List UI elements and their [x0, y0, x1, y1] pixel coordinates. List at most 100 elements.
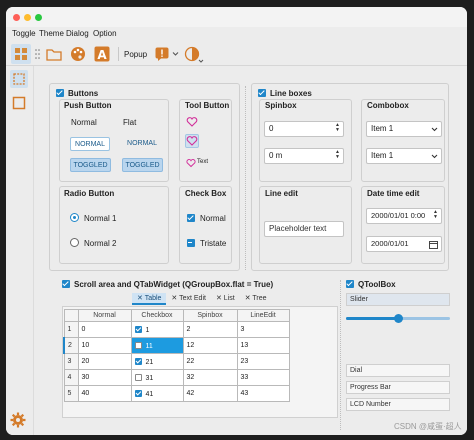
- cell-checkbox[interactable]: 21: [130, 353, 184, 370]
- cell-checkbox-icon[interactable]: [134, 325, 142, 333]
- close-icon[interactable]: ✕: [216, 295, 224, 302]
- table-row[interactable]: 4 30 31 32 33: [63, 369, 290, 386]
- cell-checkbox-icon[interactable]: [134, 357, 142, 365]
- tool-button-toggled[interactable]: [185, 134, 199, 148]
- header-checkbox[interactable]: Checkbox: [130, 309, 184, 322]
- cell-spinbox[interactable]: 22: [182, 353, 238, 370]
- date-edit[interactable]: 2000/01/01: [366, 236, 442, 252]
- cell-checkbox[interactable]: 41: [130, 385, 184, 402]
- popup-label[interactable]: Popup: [124, 50, 147, 59]
- qtoolbox-group-checkbox[interactable]: [346, 280, 354, 288]
- dock-widget-button[interactable]: [10, 70, 28, 88]
- checkbox-normal[interactable]: [187, 214, 195, 222]
- cell-checkbox[interactable]: 1: [130, 321, 184, 338]
- table-row[interactable]: 1 0 1 2 3: [63, 321, 290, 338]
- cell-normal[interactable]: 30: [77, 369, 132, 386]
- corner-cell[interactable]: [63, 309, 79, 322]
- cell-spinbox[interactable]: 2: [182, 321, 238, 338]
- menu-dialog[interactable]: Dialog: [66, 29, 89, 38]
- palette-button[interactable]: [68, 44, 88, 64]
- cell-spinbox[interactable]: 32: [182, 369, 238, 386]
- cell-lineedit[interactable]: 43: [236, 385, 290, 402]
- zoom-window-button[interactable]: [35, 14, 42, 21]
- splitter-handle[interactable]: [245, 86, 248, 270]
- cell-normal[interactable]: 0: [77, 321, 132, 338]
- minimize-window-button[interactable]: [24, 14, 31, 21]
- font-button[interactable]: A: [92, 44, 112, 64]
- menu-toggle[interactable]: Toggle: [12, 29, 36, 38]
- toolbar-handle[interactable]: [34, 44, 40, 64]
- slider-handle[interactable]: [394, 314, 403, 323]
- scroll-group-checkbox[interactable]: [62, 280, 70, 288]
- menu-theme[interactable]: Theme: [39, 29, 64, 38]
- alert-menu-button[interactable]: [171, 44, 179, 64]
- line-boxes-group-checkbox[interactable]: [258, 89, 266, 97]
- spinbox-suffix[interactable]: 0 m ▲ ▼: [264, 148, 344, 164]
- combobox-1[interactable]: Item 1: [366, 121, 442, 137]
- row-header[interactable]: 2: [63, 337, 79, 354]
- spinbox-plain[interactable]: 0 ▲ ▼: [264, 121, 344, 137]
- frame-button[interactable]: [10, 94, 28, 112]
- header-lineedit[interactable]: LineEdit: [236, 309, 290, 322]
- cell-spinbox[interactable]: 42: [182, 385, 238, 402]
- spin-arrows-icon[interactable]: ▲ ▼: [433, 210, 438, 220]
- row-header[interactable]: 1: [63, 321, 79, 338]
- toggled-push-button[interactable]: TOGGLED: [70, 158, 111, 172]
- radio-normal-2[interactable]: [70, 238, 79, 247]
- cell-normal[interactable]: 10: [77, 337, 132, 354]
- row-header[interactable]: 5: [63, 385, 79, 402]
- tab-tree[interactable]: ✕ Tree: [240, 293, 272, 305]
- row-header[interactable]: 3: [63, 353, 79, 370]
- close-window-button[interactable]: [13, 14, 20, 21]
- header-spinbox[interactable]: Spinbox: [182, 309, 238, 322]
- alert-button[interactable]: [154, 44, 170, 64]
- toolbox-slider-tab[interactable]: Slider: [346, 293, 450, 306]
- toolbox-lcd-number-tab[interactable]: LCD Number: [346, 398, 450, 411]
- cell-checkbox[interactable]: 31: [130, 369, 184, 386]
- table-row[interactable]: 3 20 21 22 23: [63, 353, 290, 370]
- buttons-group-checkbox[interactable]: [56, 89, 64, 97]
- toolbox-progress-bar-tab[interactable]: Progress Bar: [346, 381, 450, 394]
- menu-option[interactable]: Option: [93, 29, 117, 38]
- header-normal[interactable]: Normal: [77, 309, 132, 322]
- tool-button-normal[interactable]: [186, 116, 198, 128]
- splitter-handle[interactable]: [340, 280, 343, 430]
- calendar-icon[interactable]: [429, 240, 438, 249]
- cell-spinbox[interactable]: 12: [182, 337, 238, 354]
- checkbox-tristate[interactable]: [187, 239, 195, 247]
- close-icon[interactable]: ✕: [171, 295, 179, 302]
- table-view[interactable]: Normal Checkbox Spinbox LineEdit 1 0 1 2…: [62, 306, 338, 418]
- normal-push-button[interactable]: NORMAL: [70, 137, 110, 151]
- settings-button[interactable]: [10, 412, 28, 430]
- flat-normal-push-button[interactable]: NORMAL: [122, 137, 162, 151]
- combobox-2[interactable]: Item 1: [366, 148, 442, 164]
- cell-checkbox-icon[interactable]: [134, 373, 142, 381]
- table-row[interactable]: 5 40 41 42 43: [63, 385, 290, 402]
- line-edit-input[interactable]: Placeholder text: [264, 221, 344, 237]
- spin-arrows-icon[interactable]: ▲ ▼: [335, 123, 340, 133]
- close-icon[interactable]: ✕: [137, 295, 145, 302]
- cell-lineedit[interactable]: 23: [236, 353, 290, 370]
- cell-lineedit[interactable]: 13: [236, 337, 290, 354]
- tab-table[interactable]: ✕ Table: [132, 293, 167, 305]
- cell-checkbox-icon[interactable]: [134, 341, 142, 349]
- cell-lineedit[interactable]: 33: [236, 369, 290, 386]
- open-folder-button[interactable]: [44, 44, 64, 64]
- toolbox-dial-tab[interactable]: Dial: [346, 364, 450, 377]
- tool-button-text[interactable]: Text: [186, 157, 214, 169]
- table-row[interactable]: 2 10 11 12 13: [63, 337, 290, 354]
- cell-checkbox-icon[interactable]: [134, 389, 142, 397]
- layout-grid-button[interactable]: [11, 44, 31, 64]
- cell-checkbox-selected[interactable]: 11: [130, 337, 184, 354]
- cell-normal[interactable]: 40: [77, 385, 132, 402]
- slider-track[interactable]: [346, 314, 450, 323]
- flat-toggled-push-button[interactable]: TOGGLED: [122, 158, 163, 172]
- datetime-edit[interactable]: 2000/01/01 0:00 ▲ ▼: [366, 208, 442, 224]
- cell-normal[interactable]: 20: [77, 353, 132, 370]
- radio-normal-1[interactable]: [70, 213, 79, 222]
- row-header[interactable]: 4: [63, 369, 79, 386]
- tab-list[interactable]: ✕ List: [211, 293, 240, 305]
- cell-lineedit[interactable]: 3: [236, 321, 290, 338]
- spin-arrows-icon[interactable]: ▲ ▼: [335, 150, 340, 160]
- tab-text-edit[interactable]: ✕ Text Edit: [166, 293, 211, 305]
